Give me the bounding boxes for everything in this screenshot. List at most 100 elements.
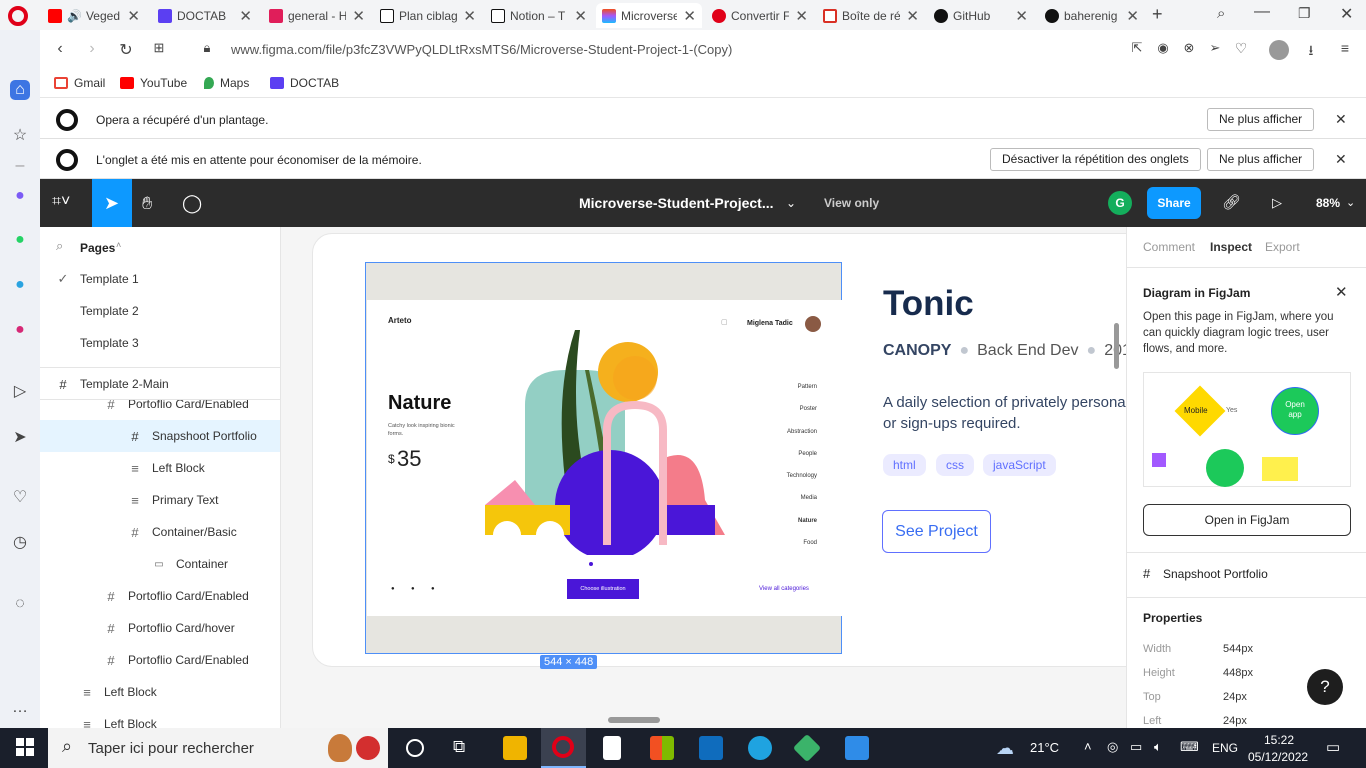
heart-icon[interactable]: ♡ (1231, 40, 1251, 57)
adblock-icon[interactable]: ⊗ (1179, 40, 1199, 56)
tab-inspect[interactable]: Inspect (1210, 240, 1252, 254)
prop-value[interactable]: 24px (1223, 715, 1247, 727)
back-icon[interactable]: ‹ (50, 40, 70, 58)
reload-icon[interactable]: ↻ (116, 40, 136, 60)
profile-icon[interactable] (1269, 40, 1289, 60)
close-icon[interactable]: ✕ (1335, 283, 1348, 301)
close-icon[interactable]: ✕ (457, 7, 476, 25)
dont-show-button[interactable]: Ne plus afficher (1207, 108, 1315, 131)
close-icon[interactable]: ✕ (900, 7, 919, 25)
avatar[interactable]: G (1108, 191, 1132, 215)
layer-row[interactable]: ≡ Left Block (40, 708, 280, 729)
url-field[interactable]: www.figma.com/file/p3fcZ3VWPyQLDLtRxsMTS… (231, 42, 732, 57)
tab-figma-active[interactable]: Microverse ✕ (596, 3, 702, 28)
opera-logo-icon[interactable] (8, 6, 28, 26)
close-icon[interactable]: ✕ (677, 7, 696, 25)
tab-notion-plan[interactable]: Plan ciblag ✕ (374, 3, 482, 28)
tab-notion[interactable]: Notion – T ✕ (485, 3, 593, 28)
layer-row[interactable]: # Container/Basic (40, 516, 280, 548)
figma-menu-icon[interactable]: ⌗˅ (52, 193, 70, 211)
snapshot-portfolio-frame[interactable]: Arteto ▢ Miglena Tadic Nature Catchy loo… (365, 262, 842, 654)
pages-header[interactable]: Pages (80, 241, 115, 255)
player-icon[interactable]: ▷ (10, 381, 30, 401)
bookmark-doctab[interactable]: DOCTAB (270, 76, 339, 90)
help-button[interactable]: ? (1307, 669, 1343, 705)
close-icon[interactable]: ✕ (233, 7, 252, 25)
bookmark-youtube[interactable]: YouTube (120, 76, 187, 90)
flow-icon[interactable]: ➤ (10, 427, 30, 447)
link-icon[interactable]: 🔗︎ (1222, 193, 1241, 211)
home-icon[interactable]: ⌂ (10, 80, 30, 100)
cortana-icon[interactable] (406, 739, 424, 757)
restore-icon[interactable]: ❐ (1298, 5, 1311, 22)
search-icon[interactable]: ⌕ (56, 238, 63, 254)
download-icon[interactable]: ⭳ (1301, 40, 1321, 64)
move-tool[interactable]: ➤ (92, 179, 132, 227)
tab-github[interactable]: GitHub ✕ (928, 3, 1034, 28)
temperature[interactable]: 21°C (1030, 740, 1059, 755)
see-project-button[interactable]: See Project (882, 510, 991, 553)
file-title[interactable]: Microverse-Student-Project... (579, 195, 774, 211)
send-icon[interactable]: ➢ (1205, 40, 1225, 56)
chevron-up-icon[interactable]: ˄ (116, 240, 121, 250)
history-icon[interactable]: ◷ (10, 532, 30, 552)
frame-template-2-main[interactable]: # Template 2-Main (40, 368, 280, 400)
share-page-icon[interactable]: ⇱ (1127, 40, 1147, 56)
tab-grid-icon[interactable]: ⊞ (149, 40, 169, 56)
close-icon[interactable]: ✕ (121, 7, 140, 25)
vscode-icon[interactable] (845, 736, 869, 760)
layer-row[interactable]: # Portoflio Card/hover (40, 612, 280, 644)
close-icon[interactable]: ✕ (789, 7, 808, 25)
close-icon[interactable]: ✕ (1335, 111, 1347, 128)
prop-value[interactable]: 544px (1223, 643, 1253, 655)
windows-start-icon[interactable] (16, 738, 34, 756)
messenger-icon[interactable]: ● (10, 186, 30, 206)
taskbar-search[interactable]: ⌕ Taper ici pour rechercher (48, 728, 388, 768)
close-icon[interactable]: ✕ (568, 7, 587, 25)
new-tab-icon[interactable]: + (1152, 4, 1163, 25)
chevron-down-icon[interactable]: ⌄ (1346, 196, 1355, 209)
clock-date[interactable]: 05/12/2022 (1248, 750, 1308, 764)
forward-icon[interactable]: › (82, 40, 102, 58)
layer-row-selected[interactable]: # Snapshoot Portfolio (40, 420, 280, 452)
edge-icon[interactable] (748, 736, 772, 760)
search-tabs-icon[interactable]: ⌕ (1217, 5, 1225, 22)
window-close-icon[interactable]: ✕ (1340, 4, 1353, 24)
weather-icon[interactable]: ☁ (996, 738, 1014, 759)
figma-canvas[interactable]: Arteto ▢ Miglena Tadic Nature Catchy loo… (281, 227, 1126, 728)
bulb-icon[interactable]: ◌ (10, 594, 30, 614)
clock-time[interactable]: 15:22 (1264, 733, 1294, 747)
vertical-scrollbar[interactable] (1114, 323, 1119, 369)
heart-icon[interactable]: ♡ (10, 487, 30, 507)
layer-row[interactable]: ≡ Left Block (40, 676, 280, 708)
prop-value[interactable]: 448px (1223, 667, 1253, 679)
notepad-icon[interactable] (603, 736, 621, 760)
present-icon[interactable]: ▷ (1272, 195, 1282, 211)
bookmark-gmail[interactable]: Gmail (54, 76, 105, 90)
zoom-control[interactable]: 88% (1316, 196, 1340, 210)
keyboard-icon[interactable]: ⌨ (1180, 739, 1199, 755)
chevron-up-icon[interactable]: ˄ (1084, 739, 1092, 754)
instagram-icon[interactable]: ● (10, 320, 30, 340)
tab-export[interactable]: Export (1265, 240, 1300, 254)
comment-tool-icon[interactable]: ◯ (182, 193, 202, 214)
tab-gmail[interactable]: Boîte de ré ✕ (817, 3, 925, 28)
file-explorer-icon[interactable] (503, 736, 527, 760)
prop-value[interactable]: 24px (1223, 691, 1247, 703)
speed-dial-icon[interactable]: ☆ (10, 125, 30, 145)
page-template-2[interactable]: Template 2 (40, 295, 280, 327)
camera-icon[interactable]: ◉ (1153, 40, 1173, 56)
tab-youtube[interactable]: 🔊 Veged ✕ (42, 3, 146, 28)
layer-row[interactable]: # Portoflio Card/Enabled (40, 644, 280, 676)
tab-convertir[interactable]: Convertir F ✕ (706, 3, 814, 28)
tab-slack[interactable]: general - H ✕ (263, 3, 371, 28)
horizontal-scrollbar[interactable] (608, 717, 660, 723)
close-icon[interactable]: ✕ (1120, 7, 1139, 25)
share-button[interactable]: Share (1147, 187, 1201, 219)
chevron-down-icon[interactable]: ⌄ (786, 196, 796, 210)
close-icon[interactable]: ✕ (346, 7, 365, 25)
page-template-3[interactable]: Template 3 (40, 327, 280, 359)
store-icon[interactable] (650, 736, 674, 760)
minimize-icon[interactable]: — (1254, 3, 1270, 21)
network-icon[interactable]: ◎ (1107, 739, 1118, 755)
